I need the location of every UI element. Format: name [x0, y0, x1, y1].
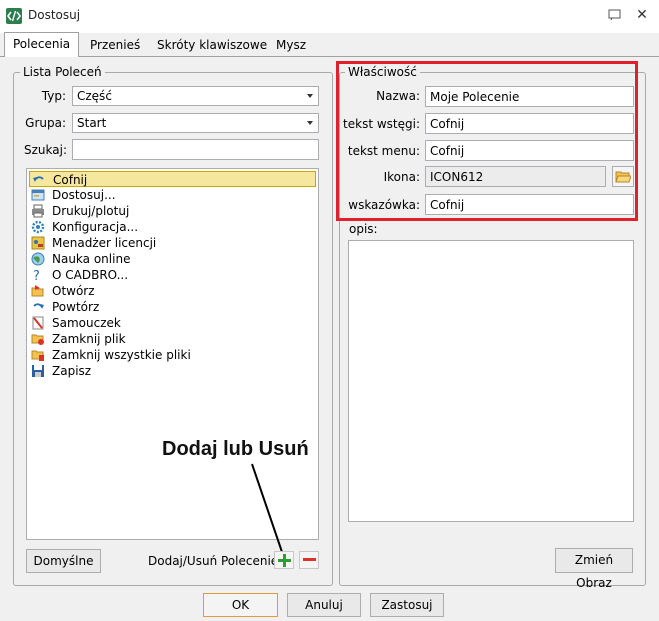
list-item[interactable]: Menadżer licencji [29, 235, 316, 251]
chevron-down-icon [307, 121, 313, 125]
description-label: opis: [349, 222, 378, 236]
list-item[interactable]: Zamknij wszystkie pliki [29, 347, 316, 363]
open-folder-icon [31, 285, 44, 297]
list-item[interactable]: ? O CADBRO... [29, 267, 316, 283]
ribbon-text-input[interactable]: Cofnij [425, 113, 634, 134]
name-label: Nazwa: [376, 89, 420, 103]
tooltip-input[interactable]: Cofnij [425, 194, 634, 215]
browse-icon-button[interactable] [612, 166, 634, 187]
annotation-arrow [251, 463, 283, 553]
icon-name-field: ICON612 [425, 166, 606, 187]
remove-command-button[interactable] [299, 551, 319, 569]
search-input[interactable] [72, 139, 319, 160]
list-item[interactable]: Zapisz [29, 363, 316, 379]
cancel-button[interactable]: Anuluj [287, 593, 361, 617]
list-item[interactable]: Zamknij plik [29, 331, 316, 347]
save-icon [32, 365, 44, 377]
svg-text:?: ? [33, 269, 40, 282]
title-bar [0, 0, 659, 33]
description-textarea[interactable] [348, 240, 634, 522]
restore-window-icon[interactable] [608, 9, 622, 21]
default-button[interactable]: Domyślne [26, 549, 101, 573]
printer-icon [32, 204, 44, 218]
group-label: Grupa: [25, 116, 66, 130]
menu-text-input[interactable]: Cofnij [425, 140, 634, 161]
type-label: Typ: [41, 89, 66, 103]
close-all-files-icon [31, 350, 44, 361]
list-item[interactable]: Cofnij [29, 171, 316, 187]
add-remove-label: Dodaj/Usuń Polecenie: [148, 554, 283, 568]
list-item[interactable]: Samouczek [29, 315, 316, 331]
tutorial-icon [32, 316, 44, 330]
apply-button[interactable]: Zastosuj [370, 593, 444, 617]
list-item[interactable]: Dostosuj... [29, 187, 316, 203]
globe-icon [31, 252, 45, 266]
chevron-down-icon [307, 94, 313, 98]
ribbon-text-label: tekst wstęgi: [343, 117, 420, 131]
gear-icon [31, 220, 45, 234]
change-image-button[interactable]: Zmień Obraz [555, 548, 633, 590]
app-logo-icon [6, 8, 22, 24]
undo-icon [33, 176, 44, 182]
annotation-label: Dodaj lub Usuń [162, 438, 309, 460]
commands-group-legend: Lista Poleceń [20, 65, 105, 79]
license-icon [31, 236, 45, 250]
customize-icon [31, 189, 45, 201]
list-item[interactable]: Otwórz [29, 283, 316, 299]
icon-label: Ikona: [383, 170, 420, 184]
list-item[interactable]: Nauka online [29, 251, 316, 267]
menu-text-label: tekst menu: [347, 144, 420, 158]
tab-przenies[interactable]: Przenieś [82, 34, 148, 56]
close-file-icon [31, 334, 44, 345]
minus-icon [303, 558, 316, 561]
tab-polecenia[interactable]: Polecenia [4, 32, 80, 57]
add-command-button[interactable] [274, 551, 294, 569]
open-folder-icon [615, 171, 631, 183]
tab-skroty-klawiszowe[interactable]: Skróty klawiszowe [149, 34, 275, 56]
group-dropdown[interactable]: Start [72, 113, 319, 133]
name-input[interactable]: Moje Polecenie [425, 86, 634, 107]
type-dropdown[interactable]: Część [72, 86, 319, 106]
properties-group-legend: Właściwość [345, 65, 420, 79]
list-item[interactable]: Konfiguracja... [29, 219, 316, 235]
tab-strip-line [0, 56, 659, 57]
ok-button[interactable]: OK [203, 593, 278, 617]
window-title: Dostosuj [28, 8, 81, 22]
tooltip-label: wskazówka: [348, 198, 420, 212]
list-item[interactable]: Powtórz [29, 299, 316, 315]
search-label: Szukaj: [24, 143, 67, 157]
list-item[interactable]: Drukuj/plotuj [29, 203, 316, 219]
redo-icon [33, 303, 44, 309]
tab-mysz[interactable]: Mysz [268, 34, 314, 56]
group-value: Start [77, 116, 107, 130]
type-value: Część [77, 89, 112, 103]
close-window-button[interactable]: ✕ [634, 7, 650, 23]
question-icon: ? [33, 269, 40, 282]
plus-icon [278, 554, 291, 567]
